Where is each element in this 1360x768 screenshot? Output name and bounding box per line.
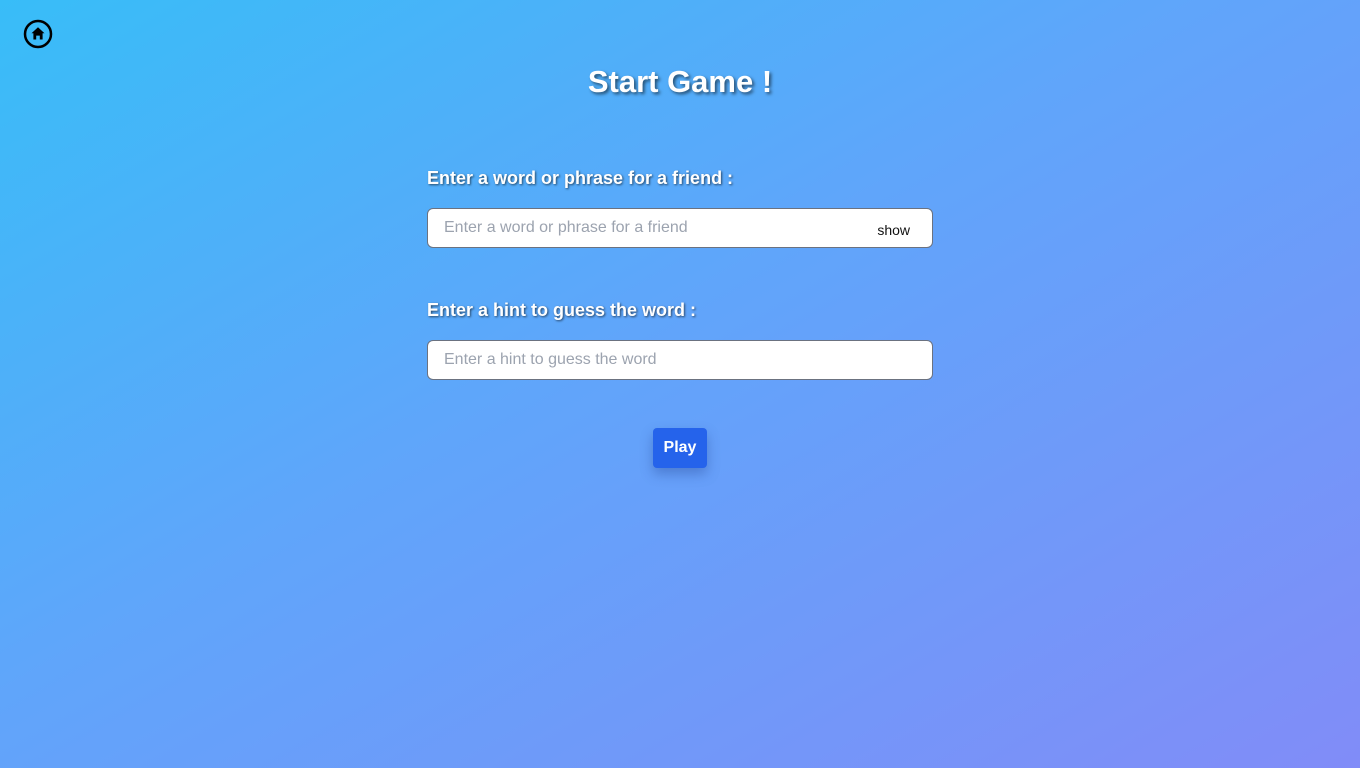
hint-input[interactable] — [428, 341, 932, 379]
hint-field-wrapper — [427, 340, 933, 380]
word-field-label: Enter a word or phrase for a friend : — [427, 168, 734, 188]
word-input[interactable] — [428, 209, 858, 247]
home-button[interactable] — [23, 19, 53, 49]
word-field-wrapper: show — [427, 208, 933, 248]
play-button[interactable]: Play — [653, 428, 707, 468]
home-icon — [23, 19, 53, 49]
show-password-button[interactable]: show — [877, 209, 910, 247]
page-title: Start Game ! — [587, 64, 773, 99]
hint-field-label: Enter a hint to guess the word : — [427, 300, 697, 320]
